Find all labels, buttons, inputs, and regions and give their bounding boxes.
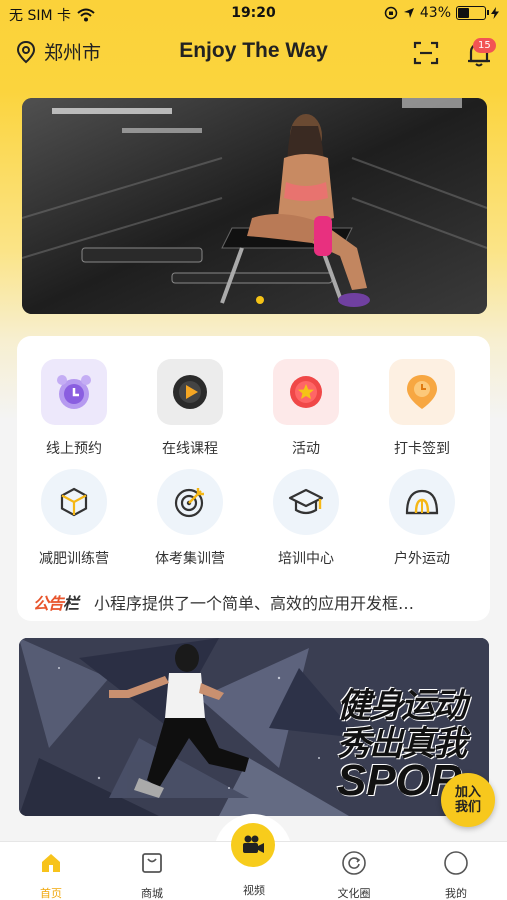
banner-bottom[interactable]: 健身运动 秀出真我 SPOR xyxy=(19,638,489,816)
grid-label: 培训中心 xyxy=(278,551,334,567)
clock-pin-icon xyxy=(407,375,437,409)
tab-label: 首页 xyxy=(40,887,62,900)
status-bar: 无 SIM 卡 19:20 43% xyxy=(0,0,507,28)
scan-icon[interactable] xyxy=(413,40,439,66)
grid-item-activity[interactable]: 活动 xyxy=(256,359,356,458)
tent-icon xyxy=(405,489,439,515)
refresh-circle-icon xyxy=(342,851,366,875)
grid-label: 打卡签到 xyxy=(394,441,450,457)
star-medal-icon xyxy=(290,376,322,408)
icon-tile xyxy=(157,469,223,535)
notification-badge: 15 xyxy=(473,38,496,53)
gym-photo xyxy=(22,98,487,314)
grid-item-exam-camp[interactable]: 体考集训营 xyxy=(140,469,240,568)
banner-top[interactable] xyxy=(22,98,487,314)
feature-grid-card: 线上预约 在线课程 活动 打卡签到 减肥训练营 体考集训营 培训中心 户外运动 xyxy=(17,336,490,621)
grid-label: 体考集训营 xyxy=(155,551,225,567)
icon-tile xyxy=(273,469,339,535)
grid-label: 活动 xyxy=(292,441,320,457)
video-center-button[interactable] xyxy=(231,823,275,867)
grid-item-check-in[interactable]: 打卡签到 xyxy=(372,359,472,458)
grid-label: 减肥训练营 xyxy=(39,551,109,567)
grid-item-outdoor-sports[interactable]: 户外运动 xyxy=(372,469,472,568)
orientation-lock-icon xyxy=(384,6,398,20)
charging-icon xyxy=(491,7,499,19)
tab-label: 商城 xyxy=(141,887,163,900)
target-icon xyxy=(174,488,204,518)
grid-label: 在线课程 xyxy=(162,441,218,457)
tab-label: 视频 xyxy=(243,884,265,897)
notice-tag-tail: 栏 xyxy=(63,594,79,613)
tab-shop[interactable]: 商城 xyxy=(117,850,187,900)
battery-level xyxy=(458,8,470,18)
video-camera-icon xyxy=(243,835,264,853)
grid-label: 线上预约 xyxy=(46,441,102,457)
tab-video[interactable]: 视频 xyxy=(219,882,289,898)
join-label-1: 加入 xyxy=(454,785,481,800)
grid-label: 户外运动 xyxy=(394,551,450,567)
tab-label: 文化圈 xyxy=(337,887,371,900)
tab-home[interactable]: 首页 xyxy=(16,850,86,900)
grid-item-online-course[interactable]: 在线课程 xyxy=(140,359,240,458)
icon-tile xyxy=(389,359,455,425)
grid-item-weight-loss-camp[interactable]: 减肥训练营 xyxy=(24,469,124,568)
join-label-2: 我们 xyxy=(454,800,481,815)
shopping-bag-icon xyxy=(142,853,162,873)
icon-tile xyxy=(41,359,107,425)
tab-profile[interactable]: 我的 xyxy=(421,850,491,900)
join-us-button[interactable]: 加入 我们 xyxy=(441,773,495,827)
grid-item-online-booking[interactable]: 线上预约 xyxy=(24,359,124,458)
home-icon xyxy=(42,854,60,872)
tab-culture[interactable]: 文化圈 xyxy=(319,850,389,900)
alarm-clock-icon xyxy=(57,375,91,409)
notice-bar[interactable]: 公告栏 小程序提供了一个简单、高效的应用开发框… xyxy=(33,590,473,614)
graduation-cap-icon xyxy=(288,488,324,515)
tab-label: 我的 xyxy=(445,887,467,900)
notice-text: 小程序提供了一个简单、高效的应用开发框… xyxy=(94,594,415,613)
profile-circle-icon xyxy=(444,851,468,875)
notice-tag: 公告栏 xyxy=(33,590,79,614)
grid-item-training-center[interactable]: 培训中心 xyxy=(256,469,356,568)
carousel-indicator xyxy=(256,296,264,304)
icon-tile xyxy=(273,359,339,425)
icon-tile xyxy=(389,469,455,535)
location-arrow-icon xyxy=(403,8,414,18)
play-icon xyxy=(173,375,207,409)
icon-tile xyxy=(41,469,107,535)
battery-icon xyxy=(456,6,489,20)
notice-tag-main: 公告 xyxy=(33,594,64,613)
battery-percent: 43% xyxy=(419,5,451,21)
icon-tile xyxy=(157,359,223,425)
cube-icon xyxy=(60,487,88,517)
